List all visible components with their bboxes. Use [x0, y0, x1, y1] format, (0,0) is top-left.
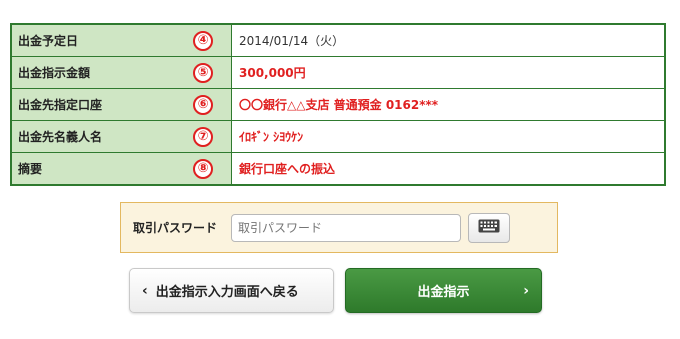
back-button-label: 出金指示入力画面へ戻る — [155, 285, 299, 300]
step-number-badge: ④ — [193, 30, 213, 51]
password-panel: 取引パスワード — [120, 202, 558, 253]
back-to-input-button[interactable]: ‹ 出金指示入力画面へ戻る — [129, 268, 334, 313]
row-value: 2014/01/14（火） — [239, 34, 345, 48]
row-label: 摘要 ⑧ — [12, 153, 232, 184]
row-label-text: 摘要 — [18, 162, 43, 176]
row-label-text: 出金先指定口座 — [18, 98, 103, 112]
password-input[interactable] — [231, 213, 461, 242]
row-value: 〇〇銀行△△支店 普通預金 0162*** — [239, 98, 439, 112]
row-label: 出金先指定口座 ⑥ — [12, 89, 232, 120]
table-row: 摘要 ⑧ 銀行口座への振込 — [12, 153, 664, 184]
step-number-badge: ⑧ — [193, 158, 213, 179]
row-label-text: 出金指示金額 — [18, 66, 91, 80]
step-number-badge: ⑦ — [193, 126, 213, 147]
row-label: 出金指示金額 ⑤ — [12, 57, 232, 88]
submit-button-label: 出金指示 — [417, 285, 470, 300]
chevron-left-icon: ‹ — [142, 282, 148, 299]
row-label-text: 出金先名義人名 — [18, 130, 103, 144]
table-row: 出金指示金額 ⑤ 300,000円 — [12, 57, 664, 89]
order-details-table: 出金予定日 ④ 2014/01/14（火） 出金指示金額 ⑤ 300,000円 … — [10, 23, 666, 186]
row-value: ｲﾛｷﾞﾝ ｼﾖｳｹﾝ — [239, 130, 304, 144]
table-row: 出金予定日 ④ 2014/01/14（火） — [12, 25, 664, 57]
row-label: 出金予定日 ④ — [12, 25, 232, 56]
row-label-text: 出金予定日 — [18, 34, 79, 48]
table-row: 出金先名義人名 ⑦ ｲﾛｷﾞﾝ ｼﾖｳｹﾝ — [12, 121, 664, 153]
row-value: 銀行口座への振込 — [239, 162, 336, 176]
chevron-right-icon: › — [523, 282, 529, 299]
row-label: 出金先名義人名 ⑦ — [12, 121, 232, 152]
keyboard-icon — [478, 218, 500, 237]
row-value: 300,000円 — [239, 66, 306, 80]
table-row: 出金先指定口座 ⑥ 〇〇銀行△△支店 普通預金 0162*** — [12, 89, 664, 121]
step-number-badge: ⑥ — [193, 94, 213, 115]
password-label: 取引パスワード — [133, 221, 218, 235]
submit-withdrawal-button[interactable]: 出金指示 › — [345, 268, 542, 313]
software-keyboard-button[interactable] — [468, 212, 510, 243]
step-number-badge: ⑤ — [193, 62, 213, 83]
